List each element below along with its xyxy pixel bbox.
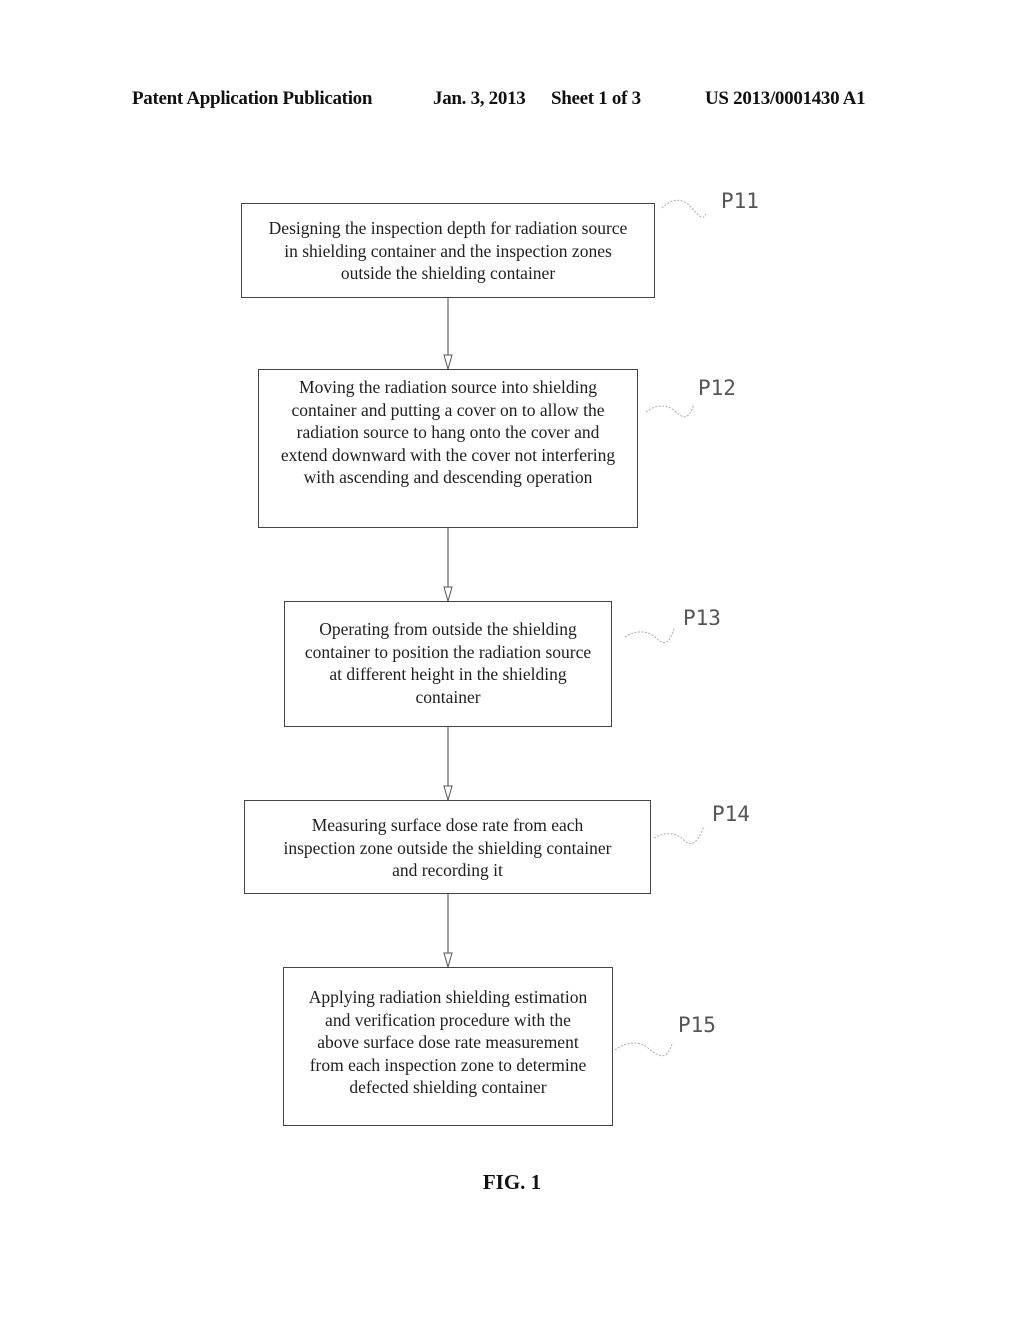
reference-label-p12: P12 xyxy=(698,376,736,400)
step-line: and recording it xyxy=(392,860,503,880)
step-line: container and putting a cover on to allo… xyxy=(291,399,605,420)
leader-line-p15 xyxy=(614,1042,673,1057)
reference-label-p13: P13 xyxy=(683,606,721,630)
flow-step-p13: Operating from outside the shielding con… xyxy=(284,601,612,727)
step-line: Applying radiation shielding estimation xyxy=(308,987,588,1007)
step-line: radiation source to hang onto the cover … xyxy=(296,422,600,442)
step-line: with ascending and descending operation xyxy=(303,467,593,487)
step-line: in shielding container and the inspectio… xyxy=(284,240,612,261)
publication-type: Patent Application Publication xyxy=(132,88,373,109)
step-line: Measuring surface dose rate from each xyxy=(311,815,584,835)
leader-line-p13 xyxy=(624,627,675,644)
flow-step-p12: Moving the radiation source into shieldi… xyxy=(258,369,638,528)
step-text: Operating from outside the shielding con… xyxy=(305,602,591,726)
step-line: from each inspection zone to determine xyxy=(309,1054,587,1075)
step-text: Designing the inspection depth for radia… xyxy=(269,204,628,297)
step-text: Measuring surface dose rate from each in… xyxy=(283,801,611,893)
step-line: at different height in the shielding xyxy=(329,664,567,684)
leader-line-p11 xyxy=(661,199,707,218)
step-line: container to position the radiation sour… xyxy=(304,641,592,662)
sheet-number: Sheet 1 of 3 xyxy=(551,88,641,109)
reference-label-p14: P14 xyxy=(712,802,750,826)
step-text: Moving the radiation source into shieldi… xyxy=(281,370,615,527)
leader-line-p14 xyxy=(653,825,705,844)
step-line: Operating from outside the shielding xyxy=(319,619,577,639)
step-line: Moving the radiation source into shieldi… xyxy=(299,377,597,397)
publication-date: Jan. 3, 2013 xyxy=(433,88,526,109)
step-line: Designing the inspection depth for radia… xyxy=(268,218,628,238)
arrowhead-icon xyxy=(443,586,453,603)
leader-line-p12 xyxy=(645,403,695,418)
step-text: Applying radiation shielding estimation … xyxy=(309,968,588,1125)
arrowhead-icon xyxy=(443,354,453,371)
publication-number: US 2013/0001430 A1 xyxy=(705,88,866,109)
step-line: and verification procedure with the xyxy=(325,1009,571,1030)
step-line: container xyxy=(415,686,481,707)
flow-step-p15: Applying radiation shielding estimation … xyxy=(283,967,613,1126)
reference-label-p11: P11 xyxy=(721,189,759,213)
step-line: outside the shielding container xyxy=(340,263,556,283)
flow-step-p14: Measuring surface dose rate from each in… xyxy=(244,800,651,894)
step-line: above surface dose rate measurement xyxy=(317,1032,579,1052)
arrowhead-icon xyxy=(443,952,453,969)
step-line: extend downward with the cover not inter… xyxy=(280,444,616,465)
figure-caption: FIG. 1 xyxy=(482,1170,542,1194)
flow-step-p11: Designing the inspection depth for radia… xyxy=(241,203,655,298)
patent-header: Patent Application Publication Jan. 3, 2… xyxy=(0,88,1024,114)
arrowhead-icon xyxy=(443,785,453,802)
reference-label-p15: P15 xyxy=(678,1013,716,1037)
step-line: inspection zone outside the shielding co… xyxy=(283,837,612,858)
step-line: defected shielding container xyxy=(349,1077,547,1097)
